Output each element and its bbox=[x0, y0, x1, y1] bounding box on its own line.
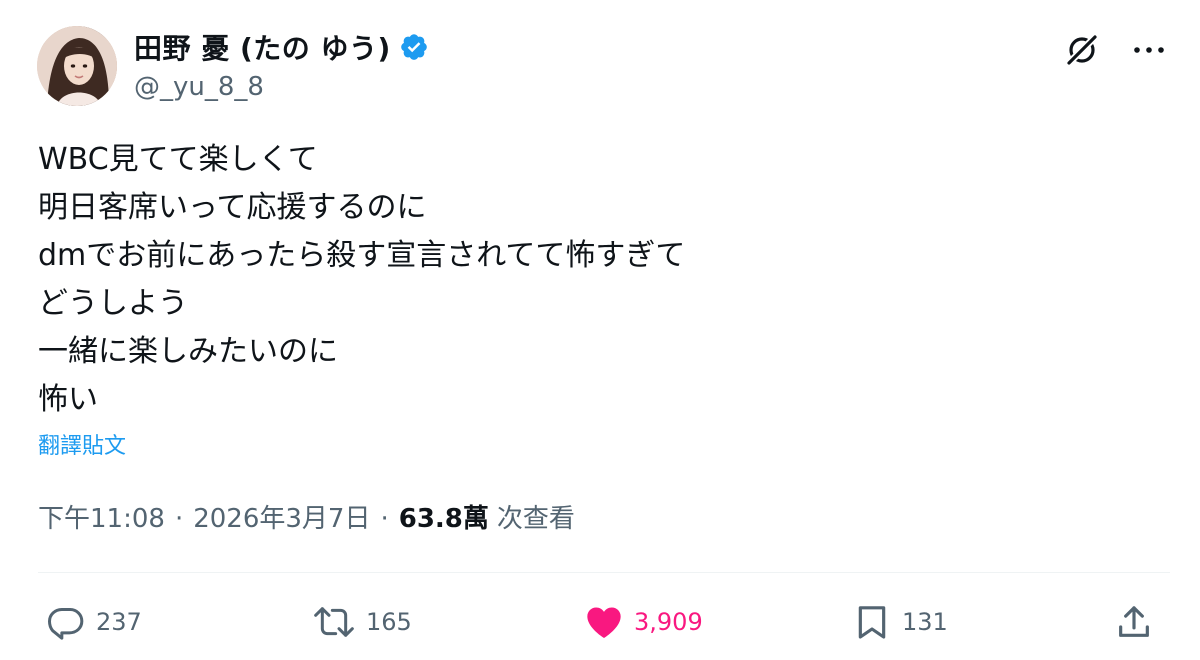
avatar[interactable] bbox=[37, 26, 117, 106]
tweet-line: dmでお前にあったら殺す宣言されてて怖すぎて bbox=[38, 238, 686, 273]
reply-button[interactable]: 237 bbox=[46, 594, 142, 650]
retweet-button[interactable]: 165 bbox=[312, 594, 412, 650]
bookmark-count: 131 bbox=[902, 608, 948, 636]
display-name[interactable]: 田野 憂 (たの ゆう) bbox=[134, 27, 391, 67]
reply-count: 237 bbox=[96, 608, 142, 636]
share-button[interactable] bbox=[1114, 594, 1154, 650]
bookmark-button[interactable]: 131 bbox=[852, 594, 948, 650]
meta-separator: · bbox=[380, 504, 389, 534]
name-row: 田野 憂 (たの ゆう) bbox=[134, 27, 429, 67]
translate-post-link[interactable]: 翻譯貼文 bbox=[38, 428, 126, 460]
action-bar: 237 165 3,909 131 bbox=[0, 594, 1200, 650]
post-date[interactable]: 2026年3月7日 bbox=[193, 498, 370, 535]
tweet-line: どうしよう bbox=[38, 286, 188, 321]
avatar-photo bbox=[37, 26, 117, 106]
tweet-line: 明日客席いって応援するのに bbox=[38, 190, 427, 225]
tweet-line: WBC見てて楽しくて bbox=[38, 142, 318, 177]
tweet-card: 田野 憂 (たの ゆう) @_yu_8_8 WBC見てて楽しくて 明日客席いって… bbox=[0, 0, 1200, 660]
views-label: 次查看 bbox=[496, 504, 575, 534]
retweet-icon bbox=[314, 607, 354, 637]
retweet-count: 165 bbox=[366, 608, 412, 636]
reply-icon bbox=[48, 608, 84, 640]
like-count: 3,909 bbox=[634, 608, 703, 636]
meta-separator: · bbox=[174, 504, 184, 534]
share-icon bbox=[1119, 606, 1149, 637]
post-time[interactable]: 下午11:08 bbox=[38, 498, 165, 535]
tweet-line: 一緒に楽しみたいのに bbox=[38, 334, 338, 369]
views-count: 63.8萬 bbox=[398, 504, 489, 534]
more-icon[interactable] bbox=[1132, 45, 1166, 55]
divider bbox=[38, 572, 1170, 573]
tweet-text: WBC見てて楽しくて 明日客席いって応援するのに dmでお前にあったら殺す宣言さ… bbox=[38, 136, 685, 424]
top-actions bbox=[1062, 30, 1166, 70]
tweet-meta: 下午11:08 · 2026年3月7日 · 63.8萬 次查看 bbox=[38, 498, 575, 535]
verified-badge-icon bbox=[399, 32, 429, 62]
handle[interactable]: @_yu_8_8 bbox=[134, 72, 264, 102]
like-button[interactable]: 3,909 bbox=[584, 594, 703, 650]
grok-slash-icon[interactable] bbox=[1062, 30, 1102, 70]
heart-icon bbox=[587, 607, 621, 638]
bookmark-icon bbox=[858, 606, 886, 639]
tweet-line: 怖い bbox=[38, 382, 98, 417]
